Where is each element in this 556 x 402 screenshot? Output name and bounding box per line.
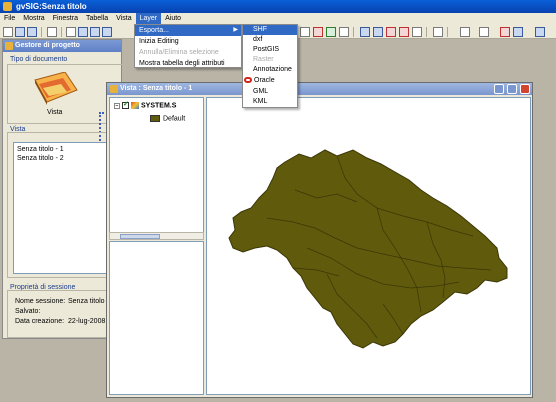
export-oracle[interactable]: Oracle (243, 76, 297, 86)
project-icon (5, 42, 13, 50)
submenu-arrow-icon: ▶ (233, 27, 238, 33)
region-shape[interactable] (228, 149, 508, 349)
doc-type-label: Tipo di documento (10, 56, 68, 63)
list-item[interactable]: Senza titolo - 1 (17, 145, 115, 154)
collapse-icon[interactable]: − (114, 102, 120, 109)
overview-icon[interactable] (460, 27, 470, 37)
views-list[interactable]: Senza titolo - 1 Senza titolo - 2 (13, 142, 119, 274)
created-row: Data creazione: 22-lug-2008 (15, 318, 105, 325)
vista-document-icon[interactable] (33, 72, 79, 106)
project-manager-title-bar[interactable]: Gestore di progetto (3, 40, 121, 52)
document-icon[interactable] (500, 27, 510, 37)
menu-tabella[interactable]: Tabella (82, 13, 112, 25)
export-dxf[interactable]: dxf (243, 35, 297, 45)
legend-label: Default (163, 115, 186, 123)
measure-icon[interactable] (399, 27, 409, 37)
print-icon[interactable] (433, 27, 443, 37)
zoom-in-icon[interactable] (78, 27, 88, 37)
save-icon[interactable] (27, 27, 37, 37)
map-view-window: Vista : Senza titolo - 1 − SYSTEM.S Defau… (106, 82, 533, 398)
select-rectangle-icon[interactable] (313, 27, 323, 37)
map-view-title-bar[interactable]: Vista : Senza titolo - 1 (107, 83, 532, 95)
layer-visibility-checkbox[interactable] (122, 100, 129, 109)
created-label: Data creazione: (15, 318, 65, 325)
refresh-icon[interactable] (339, 27, 349, 37)
layer-type-icon (131, 102, 139, 109)
menu-vista[interactable]: Vista (112, 13, 135, 25)
filter-icon[interactable] (360, 27, 370, 37)
export-annotazione[interactable]: Annotazione (243, 65, 297, 75)
scrollbar-thumb[interactable] (120, 234, 160, 239)
menu-mostra[interactable]: Mostra (19, 13, 48, 25)
link-icon[interactable] (373, 27, 383, 37)
project-manager-title: Gestore di progetto (15, 42, 80, 49)
table-of-contents[interactable]: − SYSTEM.S Default (109, 97, 204, 237)
toc-horizontal-scrollbar[interactable] (109, 232, 204, 240)
region-map-polygon[interactable] (207, 98, 531, 395)
copy-icon[interactable] (513, 27, 523, 37)
saved-row: Salvato: (15, 308, 40, 315)
info-icon[interactable] (412, 27, 422, 37)
export-shf[interactable]: SHF (243, 25, 297, 35)
window-icon[interactable] (535, 27, 545, 37)
menu-item-annulla-selezione[interactable]: Annulla/Elimina selezione (135, 47, 241, 58)
menu-file[interactable]: File (0, 13, 19, 25)
menu-finestra[interactable]: Finestra (49, 13, 82, 25)
tools-icon[interactable] (479, 27, 489, 37)
session-name-label: Nome sessione: (15, 298, 66, 305)
zoom-icon[interactable] (102, 27, 112, 37)
export-kml[interactable]: KML (243, 97, 297, 107)
zoom-out-icon[interactable] (90, 27, 100, 37)
legend-swatch (150, 115, 160, 122)
select-pointer-icon[interactable] (300, 27, 310, 37)
layer-menu-dropdown: Esporta... ▶ Inizia Editing Annulla/Elimi… (134, 24, 242, 68)
app-title-bar: gvSIG:Senza titolo (0, 0, 556, 13)
app-title: gvSIG:Senza titolo (16, 2, 87, 11)
menu-item-inizia-editing[interactable]: Inizia Editing (135, 36, 241, 47)
close-button[interactable] (520, 84, 530, 94)
view-icon (110, 85, 118, 93)
select-polygon-icon[interactable] (326, 27, 336, 37)
app-logo-icon (3, 2, 12, 11)
open-file-icon[interactable] (15, 27, 25, 37)
export-gml[interactable]: GML (243, 87, 297, 97)
list-item[interactable]: Senza titolo - 2 (17, 154, 115, 163)
minimize-button[interactable] (494, 84, 504, 94)
toc-layer-item[interactable]: − SYSTEM.S (114, 100, 176, 109)
map-canvas[interactable] (206, 97, 531, 395)
export-raster[interactable]: Raster (243, 55, 297, 65)
layers-icon[interactable] (47, 27, 57, 37)
menu-item-mostra-tabella[interactable]: Mostra tabella degli attributi (135, 58, 241, 69)
layer-name[interactable]: SYSTEM.S (141, 102, 176, 109)
session-name-value: Senza titolo (68, 298, 105, 305)
vista-document-label[interactable]: Vista (47, 109, 62, 116)
map-view-title: Vista : Senza titolo - 1 (120, 85, 193, 92)
rectangle-select-icon[interactable] (386, 27, 396, 37)
oracle-icon (244, 77, 252, 84)
menu-item-esporta[interactable]: Esporta... ▶ (135, 25, 241, 36)
session-name-row: Nome sessione: Senza titolo (15, 298, 105, 305)
saved-label: Salvato: (15, 308, 41, 315)
project-manager-window: Gestore di progetto Tipo di documento Vi… (2, 39, 123, 339)
layer-legend: Default (150, 115, 185, 122)
locator-map[interactable] (109, 241, 204, 395)
maximize-button[interactable] (507, 84, 517, 94)
export-submenu: SHF dxf PostGIS Raster Annotazione Oracl… (242, 24, 298, 108)
created-value: 22-lug-2008 (68, 318, 106, 325)
new-file-icon[interactable] (3, 27, 13, 37)
pan-icon[interactable] (66, 27, 76, 37)
export-postgis[interactable]: PostGIS (243, 45, 297, 55)
